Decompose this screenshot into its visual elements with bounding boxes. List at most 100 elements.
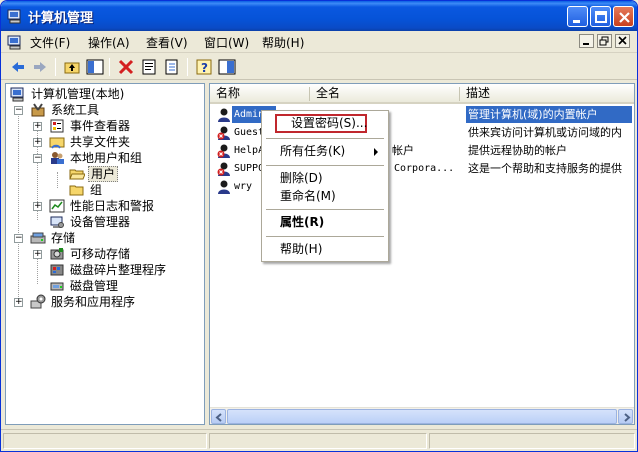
expand-toggle[interactable]: + bbox=[14, 298, 23, 307]
tree-label: 磁盘碎片整理程序 bbox=[70, 263, 167, 277]
tree-label: 存储 bbox=[51, 231, 76, 245]
minimize-button[interactable] bbox=[567, 6, 588, 27]
window-title: 计算机管理 bbox=[28, 11, 94, 26]
disabled-user-icon bbox=[217, 126, 230, 140]
event-viewer-icon bbox=[50, 119, 64, 133]
export-list-icon[interactable] bbox=[163, 58, 181, 76]
view-pane-icon[interactable] bbox=[218, 58, 236, 76]
folder-open-icon bbox=[69, 169, 85, 180]
user-description: 供来宾访问计算机或访问域的内 bbox=[468, 126, 622, 139]
menu-item-properties[interactable]: 属性(R) bbox=[264, 213, 386, 232]
tree-label: 共享文件夹 bbox=[70, 135, 131, 149]
menu-item-all-tasks[interactable]: 所有任务(K) bbox=[264, 142, 386, 161]
tree-label: 用户 bbox=[88, 166, 119, 182]
user-description: 提供远程协助的帐户 bbox=[468, 144, 567, 157]
menu-help[interactable]: 帮助(H) bbox=[262, 34, 304, 51]
column-header-fullname[interactable]: 全名 bbox=[310, 84, 460, 104]
menu-window[interactable]: 窗口(W) bbox=[204, 34, 249, 51]
tree-label: 服务和应用程序 bbox=[51, 295, 136, 309]
device-manager-icon bbox=[50, 216, 64, 228]
performance-chart-icon bbox=[49, 199, 65, 213]
status-cell bbox=[209, 433, 427, 449]
scroll-right-button[interactable] bbox=[618, 409, 633, 424]
arrow-left-icon bbox=[215, 413, 222, 422]
expand-toggle[interactable]: + bbox=[33, 202, 42, 211]
tree-label: 设备管理器 bbox=[70, 215, 131, 229]
svg-text:?: ? bbox=[201, 61, 208, 75]
help-icon[interactable]: ? bbox=[195, 58, 213, 76]
computer-icon bbox=[7, 9, 21, 24]
menu-bar: 文件(F) 操作(A) 查看(V) 窗口(W) 帮助(H) bbox=[1, 31, 637, 53]
menu-view[interactable]: 查看(V) bbox=[146, 34, 188, 51]
column-header-name[interactable]: 名称 bbox=[210, 84, 310, 104]
storage-icon bbox=[30, 232, 46, 244]
removable-storage-icon bbox=[50, 248, 64, 260]
restore-icon bbox=[599, 36, 609, 46]
computer-icon[interactable] bbox=[7, 34, 23, 50]
context-menu: 设置密码(S)... 所有任务(K) 删除(D) 重命名(M) 属性(R) 帮助… bbox=[261, 110, 389, 262]
user-fullname: Corpora... bbox=[394, 163, 455, 174]
user-icon bbox=[218, 180, 230, 194]
close-icon bbox=[618, 36, 627, 45]
user-description: 这是一个帮助和支持服务的提供 bbox=[468, 162, 622, 175]
menu-item-rename[interactable]: 重命名(M) bbox=[264, 187, 386, 206]
maximize-icon bbox=[595, 11, 607, 23]
arrow-right-icon bbox=[624, 413, 631, 422]
tree-label: 磁盘管理 bbox=[70, 279, 119, 293]
close-icon bbox=[619, 12, 630, 23]
console-tree[interactable]: 计算机管理(本地) − 系统工具 + 事件查看器 + 共享文件夹 − 本地用户和… bbox=[5, 83, 205, 425]
scroll-left-button[interactable] bbox=[211, 409, 226, 424]
expand-toggle[interactable]: + bbox=[33, 138, 42, 147]
mdi-close-button[interactable] bbox=[615, 34, 630, 48]
user-fullname: 帐户 bbox=[392, 144, 414, 157]
up-folder-icon[interactable] bbox=[63, 58, 81, 76]
mdi-minimize-button[interactable] bbox=[579, 34, 594, 48]
tree-label: 本地用户和组 bbox=[70, 151, 143, 165]
mdi-restore-button[interactable] bbox=[597, 34, 612, 48]
shared-folder-icon bbox=[49, 137, 65, 149]
back-arrow-icon[interactable] bbox=[9, 58, 27, 76]
computer-management-window: 计算机管理 文件(F) 操作(A) 查看(V) 窗口(W) 帮助(H) ? 计算… bbox=[0, 0, 638, 452]
computer-icon bbox=[10, 87, 24, 102]
menu-file[interactable]: 文件(F) bbox=[30, 34, 70, 51]
disk-management-icon bbox=[50, 282, 64, 291]
disabled-user-icon bbox=[217, 162, 230, 176]
column-header-description[interactable]: 描述 bbox=[460, 84, 634, 104]
scrollbar-thumb[interactable] bbox=[227, 409, 617, 424]
close-button[interactable] bbox=[613, 6, 634, 27]
menu-action[interactable]: 操作(A) bbox=[88, 34, 130, 51]
submenu-arrow-icon bbox=[374, 148, 378, 156]
status-cell bbox=[3, 433, 207, 449]
tools-icon bbox=[31, 103, 45, 117]
minimize-icon bbox=[573, 20, 580, 23]
forward-arrow-icon[interactable] bbox=[31, 58, 49, 76]
properties-icon[interactable] bbox=[140, 58, 158, 76]
menu-item-delete[interactable]: 删除(D) bbox=[264, 169, 386, 188]
delete-x-icon[interactable] bbox=[117, 58, 135, 76]
horizontal-scrollbar[interactable] bbox=[210, 407, 634, 424]
title-bar[interactable]: 计算机管理 bbox=[1, 1, 637, 31]
expand-toggle[interactable]: + bbox=[33, 122, 42, 131]
status-bar bbox=[1, 429, 637, 451]
folder-icon bbox=[69, 185, 84, 196]
services-icon bbox=[30, 294, 46, 309]
user-icon bbox=[218, 108, 230, 122]
collapse-toggle[interactable]: − bbox=[14, 106, 23, 115]
disabled-user-icon bbox=[217, 144, 230, 158]
user-description: 管理计算机(域)的内置帐户 bbox=[466, 106, 632, 123]
tree-label: 性能日志和警报 bbox=[70, 199, 155, 213]
expand-toggle[interactable]: + bbox=[33, 250, 42, 259]
minimize-icon bbox=[583, 43, 589, 45]
collapse-toggle[interactable]: − bbox=[14, 234, 23, 243]
defrag-icon bbox=[50, 264, 64, 276]
menu-item-set-password[interactable]: 设置密码(S)... bbox=[275, 114, 367, 133]
show-hide-tree-icon[interactable] bbox=[86, 58, 104, 76]
users-group-icon bbox=[51, 152, 64, 164]
toolbar: ? bbox=[1, 54, 637, 80]
collapse-toggle[interactable]: − bbox=[33, 154, 42, 163]
menu-item-help[interactable]: 帮助(H) bbox=[264, 240, 386, 259]
tree-label: 系统工具 bbox=[51, 103, 100, 117]
tree-label: 计算机管理(本地) bbox=[31, 87, 125, 101]
tree-label: 事件查看器 bbox=[70, 119, 131, 133]
maximize-button[interactable] bbox=[590, 6, 611, 27]
